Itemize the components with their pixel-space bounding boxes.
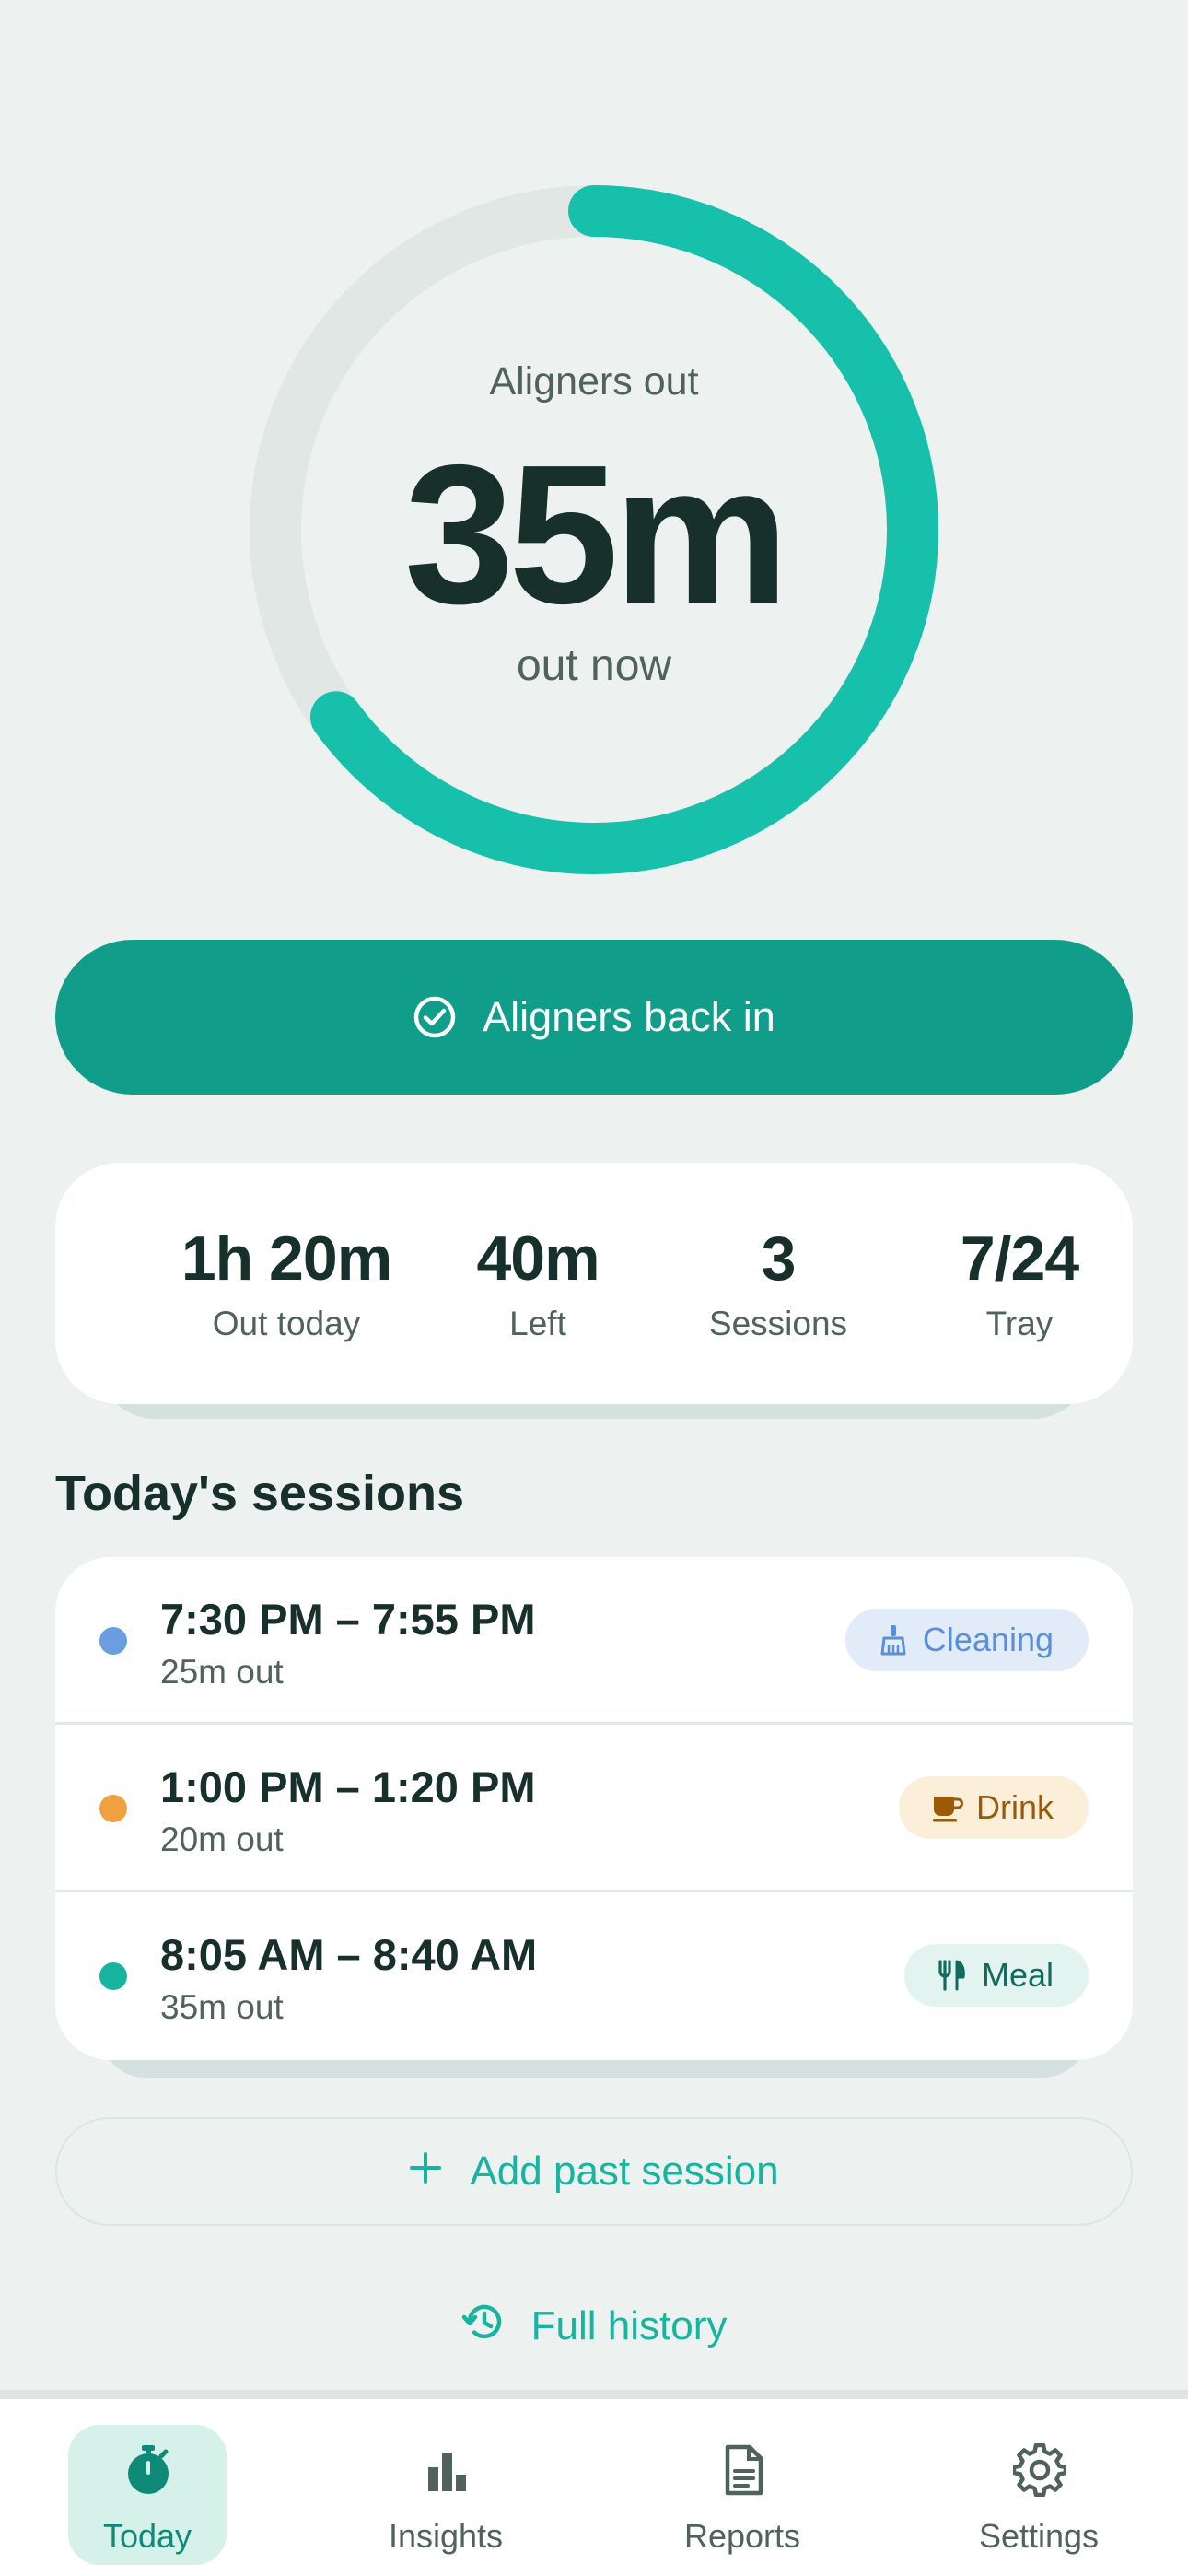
nav-today[interactable]: Today: [68, 2425, 227, 2565]
session-time: 1:00 PM – 1:20 PM: [160, 1762, 536, 1811]
session-duration: 25m out: [160, 1653, 284, 1691]
stat-value: 7/24: [960, 1224, 1079, 1294]
session-tag-cleaning[interactable]: Cleaning: [844, 1609, 1089, 1671]
full-history-label: Full history: [530, 2303, 728, 2348]
stat-value: 3: [761, 1224, 797, 1294]
sessions-title: Today's sessions: [55, 1466, 465, 1521]
nav-settings[interactable]: Settings: [960, 2425, 1118, 2565]
session-tag-label: Cleaning: [922, 1621, 1054, 1658]
aligners-back-in-button[interactable]: Aligners back in: [55, 940, 1133, 1095]
timer-value: 35m: [403, 423, 789, 645]
stat-value: 1h 20m: [181, 1224, 392, 1294]
session-tag-label: Meal: [981, 1956, 1054, 1994]
session-row[interactable]: 8:05 AM – 8:40 AM 35m out Meal: [55, 1892, 1133, 2060]
session-row[interactable]: 1:00 PM – 1:20 PM 20m out Drink: [55, 1725, 1133, 1892]
session-time: 7:30 PM – 7:55 PM: [160, 1595, 536, 1644]
cup-icon: [930, 1791, 963, 1824]
nav-reports[interactable]: Reports: [663, 2425, 821, 2565]
add-past-session-button[interactable]: Add past session: [55, 2117, 1133, 2226]
full-history-link[interactable]: Full history: [0, 2294, 1188, 2359]
utensils-icon: [936, 1959, 969, 1992]
stat-label: Out today: [212, 1305, 361, 1342]
bottom-navigation: Today Insights Reports Settings: [0, 2390, 1188, 2576]
session-row[interactable]: 7:30 PM – 7:55 PM 25m out Cleaning: [55, 1557, 1133, 1725]
session-dot: [99, 1627, 127, 1655]
timer-subtext: out now: [516, 641, 672, 690]
ring-label-group: Aligners out 35m out now: [249, 184, 939, 875]
session-tag-drink[interactable]: Drink: [898, 1776, 1089, 1839]
check-circle-icon: [413, 995, 457, 1039]
nav-label: Settings: [978, 2517, 1100, 2555]
session-duration: 20m out: [160, 1821, 284, 1858]
session-tag-meal[interactable]: Meal: [903, 1944, 1089, 2007]
nav-label: Today: [102, 2517, 192, 2555]
plus-icon: [409, 2149, 442, 2195]
stat-label: Left: [509, 1305, 566, 1342]
stopwatch-icon: [122, 2443, 175, 2497]
session-tag-label: Drink: [975, 1788, 1054, 1826]
stat-out-today: 1h 20m Out today: [157, 1224, 415, 1343]
stat-left: 40m Left: [409, 1224, 667, 1343]
gear-icon: [1011, 2442, 1068, 2498]
stats-card: 1h 20m Out today 40m Left 3 Sessions 7/2…: [55, 1163, 1133, 1404]
document-icon: [716, 2443, 770, 2497]
timer-caption: Aligners out: [489, 359, 699, 404]
nav-label: Insights: [388, 2517, 504, 2555]
stat-label: Tray: [985, 1305, 1054, 1342]
add-past-session-label: Add past session: [470, 2149, 779, 2194]
nav-label: Reports: [683, 2517, 801, 2555]
session-duration: 35m out: [160, 1988, 284, 2026]
session-dot: [99, 1795, 127, 1822]
stat-sessions: 3 Sessions: [649, 1224, 907, 1343]
timer-ring: Aligners out 35m out now: [249, 184, 939, 875]
bar-chart-icon: [420, 2443, 473, 2497]
sessions-list: 7:30 PM – 7:55 PM 25m out Cleaning 1:00 …: [55, 1557, 1133, 2060]
stat-tray: 7/24 Tray: [891, 1224, 1148, 1343]
history-icon: [461, 2299, 507, 2355]
stat-label: Sessions: [708, 1305, 848, 1342]
nav-insights[interactable]: Insights: [367, 2425, 525, 2565]
stat-value: 40m: [476, 1224, 600, 1294]
brush-icon: [877, 1623, 910, 1657]
session-time: 8:05 AM – 8:40 AM: [160, 1930, 538, 1979]
today-screen: Aligners out 35m out now Aligners back i…: [0, 0, 1188, 2576]
aligners-back-in-label: Aligners back in: [483, 993, 775, 1040]
session-dot: [99, 1962, 127, 1990]
